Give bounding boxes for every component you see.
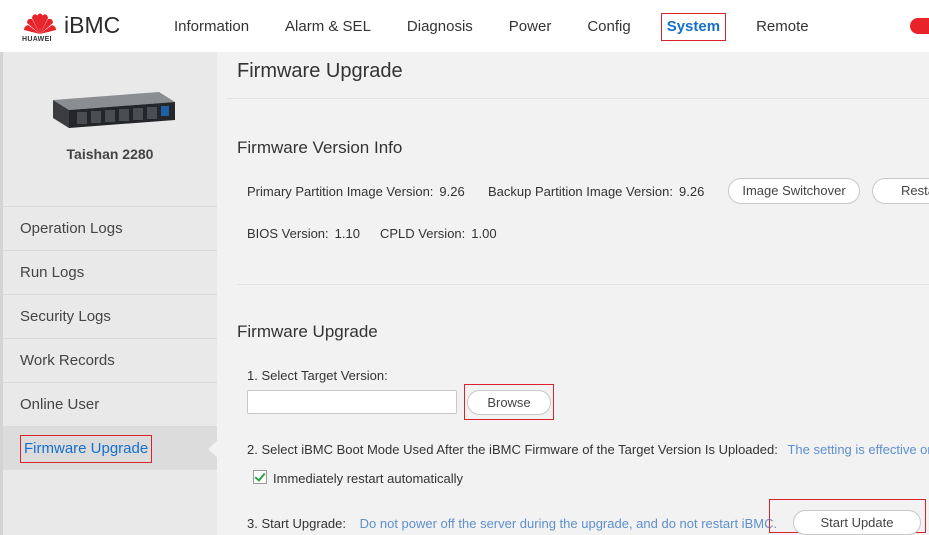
sidebar-item-label: Run Logs: [20, 264, 85, 281]
backup-version-label: Backup Partition Image Version:: [488, 184, 673, 199]
nav-config[interactable]: Config: [581, 13, 636, 41]
server-chassis-image: [53, 92, 175, 128]
cpld-version-label: CPLD Version:: [380, 226, 466, 241]
auto-restart-label[interactable]: Immediately restart automatically: [273, 471, 463, 486]
target-version-file-input[interactable]: [247, 390, 457, 414]
sidebar-item-work-records[interactable]: Work Records: [3, 338, 217, 382]
power-status-toggle[interactable]: [910, 18, 929, 34]
sidebar-item-label: Work Records: [20, 352, 115, 369]
primary-version-row: Primary Partition Image Version: 9.26: [247, 184, 465, 199]
restart-button[interactable]: Resta: [872, 178, 929, 204]
nav-alarm-sel[interactable]: Alarm & SEL: [279, 13, 377, 41]
primary-version-value: 9.26: [439, 184, 465, 199]
sidebar-item-label: Operation Logs: [20, 220, 123, 237]
vendor-label: HUAWEI: [22, 36, 52, 43]
step3-label: 3. Start Upgrade:: [247, 516, 346, 531]
version-info-title: Firmware Version Info: [237, 138, 403, 157]
huawei-flower-icon: [24, 13, 56, 34]
sidebar-item-run-logs[interactable]: Run Logs: [3, 250, 217, 294]
nav-remote[interactable]: Remote: [750, 13, 815, 41]
section-divider: [237, 284, 929, 285]
sidebar-item-online-user[interactable]: Online User: [3, 382, 217, 426]
sidebar-item-label: Security Logs: [20, 308, 111, 325]
sidebar-item-firmware-upgrade[interactable]: Firmware Upgrade: [3, 426, 218, 470]
nav-diagnosis[interactable]: Diagnosis: [401, 13, 479, 41]
sidebar-item-label: Firmware Upgrade: [20, 435, 153, 463]
main-nav: Information Alarm & SEL Diagnosis Power …: [168, 13, 839, 41]
nav-information[interactable]: Information: [168, 13, 255, 41]
primary-version-label: Primary Partition Image Version:: [247, 184, 434, 199]
title-divider: [227, 98, 929, 99]
upgrade-section-title: Firmware Upgrade: [237, 322, 378, 341]
bios-version-value: 1.10: [334, 226, 360, 241]
step3-hint: Do not power off the server during the u…: [359, 516, 778, 531]
page-title: Firmware Upgrade: [237, 60, 403, 82]
step2-label: 2. Select iBMC Boot Mode Used After the …: [247, 442, 778, 457]
top-navigation-bar: HUAWEI iBMC Information Alarm & SEL Diag…: [0, 0, 929, 52]
server-model-name: Taishan 2280: [66, 146, 154, 162]
main-content: Firmware Upgrade Firmware Version Info P…: [217, 52, 929, 535]
cpld-version-value: 1.00: [471, 226, 497, 241]
app-brand: iBMC: [64, 12, 121, 38]
sidebar-item-operation-logs[interactable]: Operation Logs: [3, 206, 217, 250]
checkmark-icon: [254, 470, 266, 482]
auto-restart-checkbox[interactable]: [253, 470, 267, 484]
sidebar-item-label: Online User: [20, 396, 100, 413]
nav-power[interactable]: Power: [503, 13, 558, 41]
bios-version-row: BIOS Version: 1.10: [247, 226, 360, 241]
bios-version-label: BIOS Version:: [247, 226, 329, 241]
step2-row: 2. Select iBMC Boot Mode Used After the …: [247, 442, 929, 457]
sidebar: Taishan 2280 Operation Logs Run Logs Sec…: [0, 52, 218, 535]
sidebar-menu: Operation Logs Run Logs Security Logs Wo…: [3, 206, 218, 470]
huawei-ibmc-logo[interactable]: HUAWEI iBMC: [20, 8, 130, 46]
cpld-version-row: CPLD Version: 1.00: [380, 226, 497, 241]
backup-version-value: 9.26: [679, 184, 705, 199]
step2-hint: The setting is effective or: [787, 442, 929, 457]
server-summary: Taishan 2280: [3, 52, 217, 206]
image-switchover-button[interactable]: Image Switchover: [728, 178, 860, 204]
sidebar-item-security-logs[interactable]: Security Logs: [3, 294, 217, 338]
step1-label: 1. Select Target Version:: [247, 368, 388, 383]
nav-system[interactable]: System: [660, 13, 727, 41]
browse-button[interactable]: Browse: [467, 390, 551, 415]
start-update-button[interactable]: Start Update: [793, 510, 921, 535]
step3-row: 3. Start Upgrade: Do not power off the s…: [247, 516, 777, 531]
backup-version-row: Backup Partition Image Version: 9.26: [488, 184, 704, 199]
